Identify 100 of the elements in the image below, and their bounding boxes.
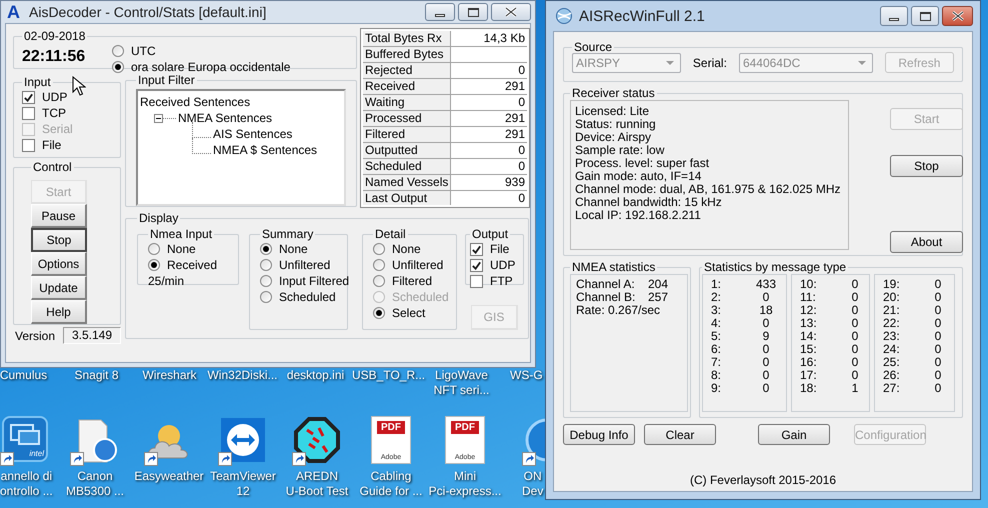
message-count: 0 — [850, 330, 860, 343]
tree-item[interactable]: Received Sentences — [140, 94, 250, 110]
control-button[interactable]: Update — [31, 276, 87, 300]
stat-value: 0 — [450, 94, 528, 110]
stat-value: 204 — [648, 278, 668, 291]
message-count: 0 — [762, 356, 770, 369]
minimize-button[interactable] — [880, 6, 908, 26]
radio-button[interactable]: ora solare Europa occidentale — [112, 59, 290, 75]
message-type: 2: — [711, 291, 722, 304]
checkbox[interactable]: UDP — [470, 257, 516, 273]
tree-item[interactable]: NMEA $ Sentences — [213, 142, 318, 158]
radio-button[interactable]: Input Filtered — [260, 273, 350, 289]
window-title: AISRecWinFull 2.1 — [579, 8, 706, 24]
icon-label: Canon MB5300 ... — [66, 469, 124, 499]
message-type: 10: — [800, 278, 818, 291]
rate-label: 25/min — [148, 274, 186, 288]
control-button[interactable]: Pause — [31, 204, 87, 228]
checkbox[interactable]: File — [470, 241, 510, 257]
status-line: Process. level: super fast — [575, 157, 710, 170]
radio-button[interactable]: Unfiltered — [260, 257, 330, 273]
checkbox[interactable]: UDP — [22, 89, 68, 105]
radio-button[interactable]: Scheduled — [260, 289, 336, 305]
dialog-button[interactable]: Clear — [644, 424, 716, 445]
message-count: 9 — [762, 330, 770, 343]
message-type: 17: — [800, 369, 818, 382]
stat-label: Received — [362, 78, 451, 94]
group-label: Detail — [374, 227, 407, 241]
group-label: Input — [23, 75, 52, 89]
checkbox[interactable]: File — [22, 137, 62, 153]
maximize-icon — [468, 8, 478, 16]
message-count: 0 — [762, 317, 770, 330]
maximize-button[interactable] — [458, 3, 488, 21]
stat-value: 14,3 Kb — [450, 30, 528, 46]
message-type: 8: — [711, 369, 722, 382]
control-button[interactable]: Options — [31, 252, 87, 276]
message-type: 4: — [711, 317, 722, 330]
control-button[interactable]: Help — [31, 300, 87, 324]
message-type: 9: — [711, 382, 722, 395]
radio-button[interactable]: Select — [373, 305, 426, 321]
status-line: Gain mode: auto, IF=14 — [575, 170, 702, 183]
status-line: Channel mode: dual, AB, 161.975 & 162.025 MHz — [575, 183, 842, 196]
tree-item[interactable]: AIS Sentences — [213, 126, 292, 142]
message-count: 0 — [850, 304, 860, 317]
control-button[interactable]: Stop — [31, 228, 87, 252]
message-count: 0 — [762, 343, 770, 356]
message-type: 21: — [883, 304, 901, 317]
checkbox[interactable]: TCP — [22, 105, 66, 121]
message-count: 0 — [762, 369, 770, 382]
icon-label: AREDN U-Boot Test — [286, 469, 348, 499]
stat-value: 0 — [450, 62, 528, 78]
radio-button[interactable]: Unfiltered — [373, 257, 444, 273]
dialog-button[interactable]: Stop — [890, 155, 963, 177]
message-count: 0 — [934, 278, 942, 291]
radio-button[interactable]: None — [260, 241, 308, 257]
message-count: 0 — [762, 382, 770, 395]
stat-label: Total Bytes Rx — [362, 30, 451, 46]
group-label: Receiver status — [571, 86, 656, 100]
radio-button[interactable]: UTC — [112, 43, 156, 59]
status-line: Device: Airspy — [575, 131, 652, 144]
status-line: Local IP: 192.168.2.211 — [575, 209, 702, 222]
checkbox[interactable]: FTP — [470, 273, 513, 289]
caret-icon — [666, 60, 674, 64]
status-line: Licensed: Lite — [575, 105, 650, 118]
maximize-button[interactable] — [911, 6, 939, 26]
time-label: 22:11:56 — [22, 48, 86, 66]
tree-expander[interactable] — [154, 114, 163, 122]
radio-button[interactable]: None — [373, 241, 421, 257]
group-label: Statistics by message type — [703, 260, 848, 274]
minimize-button[interactable] — [425, 3, 455, 21]
stat-value: 291 — [450, 126, 528, 142]
message-type: 13: — [800, 317, 818, 330]
message-type: 26: — [883, 369, 901, 382]
message-type: 3: — [711, 304, 722, 317]
radio-button[interactable]: Filtered — [373, 273, 432, 289]
radio-button[interactable]: None — [148, 241, 196, 257]
tree-item[interactable]: NMEA Sentences — [178, 110, 272, 126]
message-count: 0 — [850, 369, 860, 382]
message-count: 0 — [934, 304, 942, 317]
octagon-icon — [293, 416, 341, 464]
icon-caption: intel — [29, 449, 44, 458]
dialog-button[interactable]: About — [890, 231, 963, 253]
message-type: 24: — [883, 343, 901, 356]
group-label: NMEA statistics — [571, 260, 656, 274]
close-icon — [505, 7, 517, 17]
dialog-button[interactable]: Debug Info — [563, 424, 635, 445]
date-label: 02-09-2018 — [23, 29, 86, 43]
status-line: Status: running — [575, 118, 657, 131]
close-button[interactable] — [491, 3, 531, 21]
dialog-button[interactable]: Gain — [758, 424, 830, 445]
icon-label: Cabling Guide for ... — [360, 469, 422, 499]
message-count: 0 — [934, 343, 942, 356]
stat-label: Outputted — [362, 142, 451, 158]
version-field: 3.5.149 — [63, 327, 121, 344]
icon-badge: PDF — [451, 421, 479, 434]
message-count: 0 — [934, 382, 942, 395]
close-button[interactable] — [942, 6, 973, 26]
stat-value: 291 — [450, 78, 528, 94]
maximize-icon — [920, 12, 930, 20]
message-count: 0 — [934, 369, 942, 382]
radio-button[interactable]: Received — [148, 257, 218, 273]
